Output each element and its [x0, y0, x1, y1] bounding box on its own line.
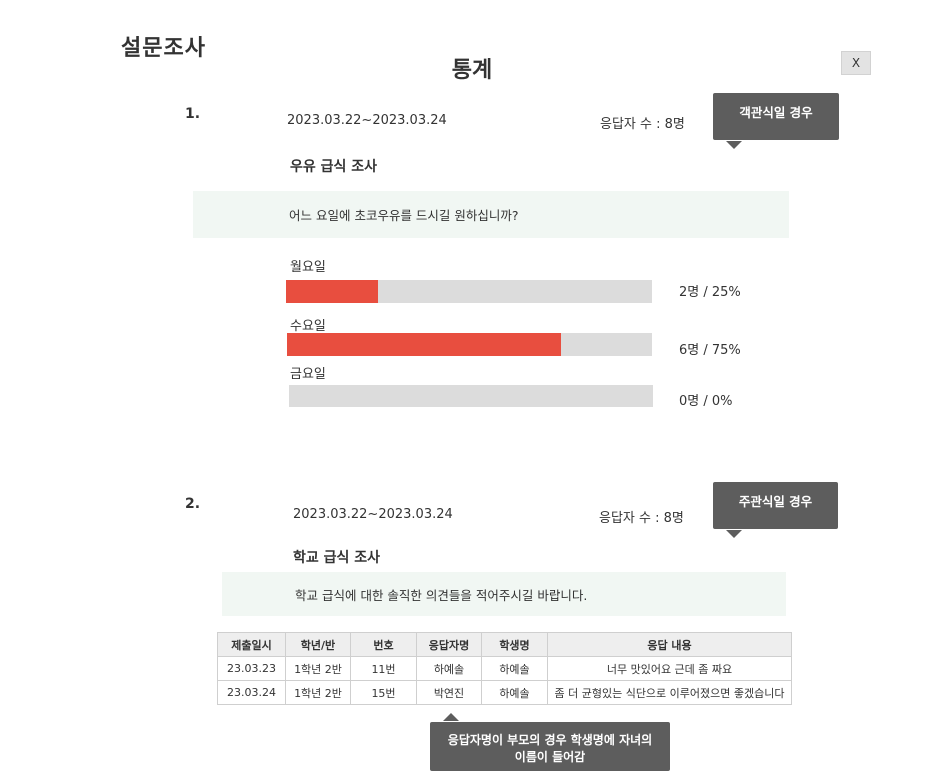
option-bar-track [289, 385, 653, 407]
respondent-count: 응답자 수 : 8명 [599, 511, 684, 526]
tooltip-objective: 객관식일 경우 [713, 93, 839, 140]
table-cell: 하예솔 [481, 656, 548, 681]
option-bar-track [286, 280, 652, 303]
option-label: 월요일 [290, 260, 326, 275]
close-button[interactable]: X [841, 51, 871, 75]
table-row: 23.03.24 1학년 2반 15번 박연진 하예솔 좀 더 균형있는 식단으… [217, 680, 792, 705]
tooltip-label: 주관식일 경우 [738, 494, 813, 509]
column-header: 번호 [350, 632, 417, 657]
tooltip-subjective: 주관식일 경우 [713, 482, 838, 529]
tooltip-arrow [726, 530, 742, 538]
table-cell: 하예솔 [481, 680, 548, 705]
table-cell: 1학년 2반 [285, 656, 351, 681]
column-header: 응답 내용 [547, 632, 792, 657]
respondent-count: 응답자 수 : 8명 [600, 117, 685, 132]
tooltip-arrow [726, 141, 742, 149]
column-header: 학생명 [481, 632, 548, 657]
table-cell: 너무 맛있어요 근데 좀 짜요 [547, 656, 792, 681]
table-cell: 1학년 2반 [285, 680, 351, 705]
responses-table: 제출일시 학년/반 번호 응답자명 학생명 응답 내용 23.03.23 1학년… [217, 632, 792, 705]
note-arrow [443, 713, 459, 721]
question-prompt-box: 어느 요일에 초코우유를 드시길 원하십니까? [193, 191, 789, 238]
table-cell: 23.03.23 [217, 656, 286, 681]
note-line: 이름이 들어감 [514, 750, 586, 764]
question-prompt: 학교 급식에 대한 솔직한 의견들을 적어주시길 바랍니다. [295, 587, 588, 603]
table-header-row: 제출일시 학년/반 번호 응답자명 학생명 응답 내용 [217, 632, 792, 657]
option-stat: 6명 / 75% [679, 343, 741, 358]
question-prompt-box: 학교 급식에 대한 솔직한 의견들을 적어주시길 바랍니다. [222, 572, 786, 616]
option-label: 금요일 [290, 367, 326, 382]
question-title: 우유 급식 조사 [290, 159, 378, 175]
page-title: 통계 [451, 58, 493, 83]
table-cell: 좀 더 균형있는 식단으로 이루어졌으면 좋겠습니다 [547, 680, 792, 705]
column-header: 학년/반 [285, 632, 351, 657]
option-label: 수요일 [290, 319, 326, 334]
question-prompt: 어느 요일에 초코우유를 드시길 원하십니까? [289, 208, 519, 223]
option-stat: 2명 / 25% [679, 285, 741, 300]
tooltip-label: 객관식일 경우 [739, 105, 813, 120]
table-cell: 하예솔 [416, 656, 482, 681]
option-bar-fill [286, 280, 378, 303]
question-title: 학교 급식 조사 [293, 550, 381, 566]
question-number: 1. [185, 106, 201, 122]
note-line: 응답자명이 부모의 경우 학생명에 자녀의 [447, 733, 653, 747]
option-bar-track [287, 333, 652, 356]
question-number: 2. [185, 496, 201, 512]
table-cell: 박연진 [416, 680, 482, 705]
table-row: 23.03.23 1학년 2반 11번 하예솔 하예솔 너무 맛있어요 근데 좀… [217, 656, 792, 681]
column-header: 제출일시 [217, 632, 286, 657]
option-stat: 0명 / 0% [679, 394, 733, 409]
survey-period: 2023.03.22~2023.03.24 [287, 113, 447, 128]
column-header: 응답자명 [416, 632, 482, 657]
table-cell: 23.03.24 [217, 680, 286, 705]
respondent-note-tooltip: 응답자명이 부모의 경우 학생명에 자녀의 이름이 들어감 [430, 722, 670, 771]
survey-period: 2023.03.22~2023.03.24 [293, 507, 453, 522]
table-cell: 15번 [350, 680, 417, 705]
table-cell: 11번 [350, 656, 417, 681]
option-bar-fill [287, 333, 561, 356]
